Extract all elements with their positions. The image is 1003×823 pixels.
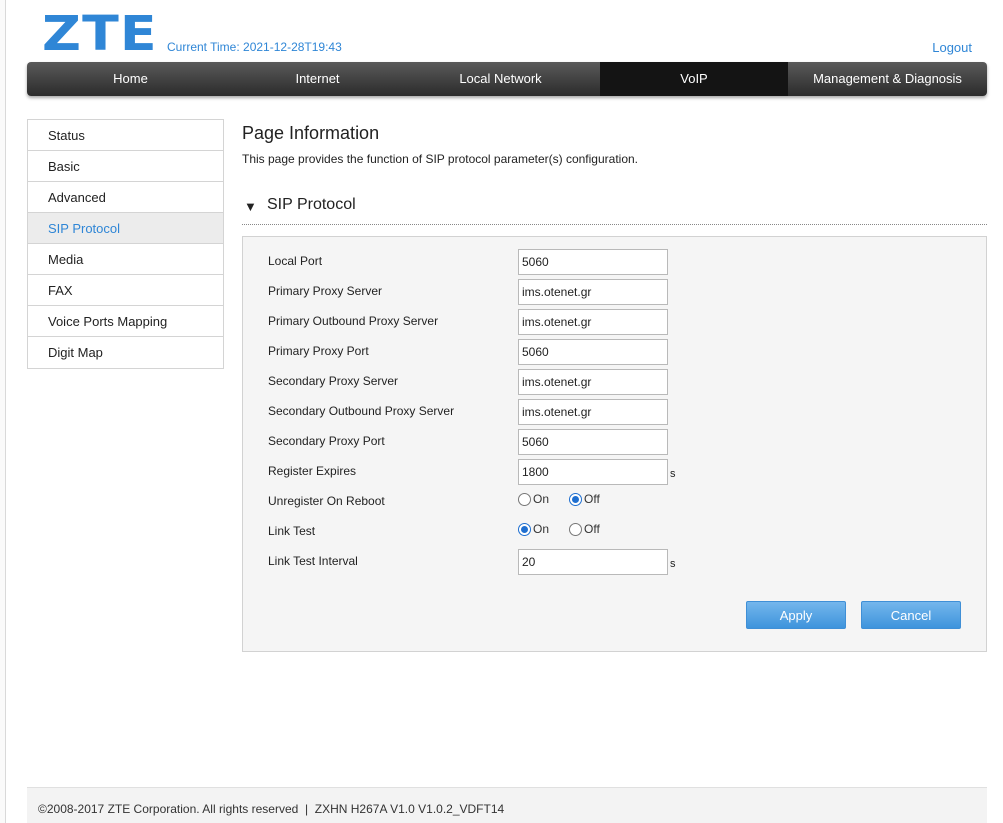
primary-proxy-port-label: Primary Proxy Port — [268, 344, 369, 358]
form-row-primary-outbound-proxy-server: Primary Outbound Proxy Server — [268, 309, 968, 335]
unregister-on-reboot-on-label: On — [533, 492, 550, 506]
unregister-on-reboot-label: Unregister On Reboot — [268, 494, 385, 508]
link-test-off-label: Off — [584, 522, 600, 536]
primary-outbound-proxy-server-label: Primary Outbound Proxy Server — [268, 314, 439, 328]
register-expires-label: Register Expires — [268, 464, 357, 478]
link-test-on-radio[interactable]: On — [518, 522, 549, 536]
footer-version: ZXHN H267A V1.0 V1.0.2_VDFT14 — [314, 802, 505, 816]
sidebar-item-advanced[interactable]: Advanced — [28, 182, 223, 213]
link-test-interval-unit: s — [670, 558, 676, 570]
form-row-secondary-outbound-proxy-server: Secondary Outbound Proxy Server — [268, 399, 968, 425]
sidebar-item-media[interactable]: Media — [28, 244, 223, 275]
secondary-outbound-proxy-server-input[interactable] — [518, 399, 668, 425]
link-test-on-label: On — [533, 522, 550, 536]
form-row-local-port: Local Port — [268, 249, 968, 275]
link-test-interval-label: Link Test Interval — [268, 554, 358, 568]
sidebar-item-voice-ports-mapping[interactable]: Voice Ports Mapping — [28, 306, 223, 337]
local-port-input[interactable] — [518, 249, 668, 275]
secondary-proxy-port-input[interactable] — [518, 429, 668, 455]
footer: ©2008-2017 ZTE Corporation. All rights r… — [27, 787, 987, 823]
tab-voip[interactable]: VoIP — [600, 62, 788, 96]
left-border — [0, 0, 6, 823]
footer-separator: | — [298, 802, 315, 816]
tab-management-diagnosis[interactable]: Management & Diagnosis — [788, 62, 987, 96]
primary-proxy-port-input[interactable] — [518, 339, 668, 365]
secondary-proxy-server-input[interactable] — [518, 369, 668, 395]
form-row-secondary-proxy-server: Secondary Proxy Server — [268, 369, 968, 395]
page-description: This page provides the function of SIP p… — [242, 152, 638, 166]
local-port-label: Local Port — [268, 254, 323, 268]
sidebar-item-basic[interactable]: Basic — [28, 151, 223, 182]
sidebar-item-status[interactable]: Status — [28, 120, 223, 151]
page-title: Page Information — [242, 123, 380, 143]
footer-copyright: ©2008-2017 ZTE Corporation. All rights r… — [38, 802, 299, 816]
current-time-label: Current Time: — [167, 40, 240, 54]
unregister-on-reboot-on-radio[interactable]: On — [518, 492, 549, 506]
collapse-triangle-icon[interactable]: ▼ — [244, 199, 257, 214]
radio-checked-icon — [569, 492, 582, 506]
primary-outbound-proxy-server-input[interactable] — [518, 309, 668, 335]
form-row-primary-proxy-server: Primary Proxy Server — [268, 279, 968, 305]
section-title: SIP Protocol — [267, 196, 356, 213]
main-content: Page Information This page provides the … — [242, 119, 987, 225]
link-test-label: Link Test — [268, 524, 316, 538]
tab-internet[interactable]: Internet — [234, 62, 401, 96]
primary-proxy-server-input[interactable] — [518, 279, 668, 305]
main-nav: Home Internet Local Network VoIP Managem… — [27, 62, 987, 96]
tab-home[interactable]: Home — [27, 62, 234, 96]
form-row-unregister-on-reboot: Unregister On Reboot On Off — [268, 489, 968, 515]
form-row-link-test: Link Test On Off — [268, 519, 968, 545]
form-row-primary-proxy-port: Primary Proxy Port — [268, 339, 968, 365]
sidebar-item-sip-protocol[interactable]: SIP Protocol — [28, 213, 223, 244]
radio-unchecked-icon — [569, 522, 582, 536]
unregister-on-reboot-off-radio[interactable]: Off — [569, 492, 600, 506]
header: ZTE Current Time: 2021-12-28T19:43 Logou… — [28, 0, 987, 62]
form-row-register-expires: Register Expires s — [268, 459, 968, 485]
radio-checked-icon — [518, 522, 531, 536]
current-time-value: 2021-12-28T19:43 — [243, 40, 342, 54]
cancel-button[interactable]: Cancel — [861, 601, 961, 629]
unregister-on-reboot-off-label: Off — [584, 492, 600, 506]
secondary-proxy-port-label: Secondary Proxy Port — [268, 434, 385, 448]
register-expires-unit: s — [670, 468, 676, 480]
sip-form-panel: Local Port Primary Proxy Server Primary … — [242, 236, 987, 652]
sidebar-item-digit-map[interactable]: Digit Map — [28, 337, 223, 368]
register-expires-input[interactable] — [518, 459, 668, 485]
apply-button[interactable]: Apply — [746, 601, 846, 629]
form-row-link-test-interval: Link Test Interval s — [268, 549, 968, 575]
tab-local-network[interactable]: Local Network — [401, 62, 600, 96]
secondary-proxy-server-label: Secondary Proxy Server — [268, 374, 399, 388]
primary-proxy-server-label: Primary Proxy Server — [268, 284, 383, 298]
sidebar: Status Basic Advanced SIP Protocol Media… — [27, 119, 224, 369]
form-row-secondary-proxy-port: Secondary Proxy Port — [268, 429, 968, 455]
sidebar-item-fax[interactable]: FAX — [28, 275, 223, 306]
link-test-interval-input[interactable] — [518, 549, 668, 575]
radio-unchecked-icon — [518, 492, 531, 506]
current-time: Current Time: 2021-12-28T19:43 — [167, 40, 342, 54]
section-header: ▼ SIP Protocol — [242, 195, 987, 225]
logout-link[interactable]: Logout — [932, 40, 972, 55]
link-test-off-radio[interactable]: Off — [569, 522, 600, 536]
footer-text: ©2008-2017 ZTE Corporation. All rights r… — [38, 802, 504, 816]
secondary-outbound-proxy-server-label: Secondary Outbound Proxy Server — [268, 404, 455, 418]
zte-logo: ZTE — [42, 6, 158, 62]
